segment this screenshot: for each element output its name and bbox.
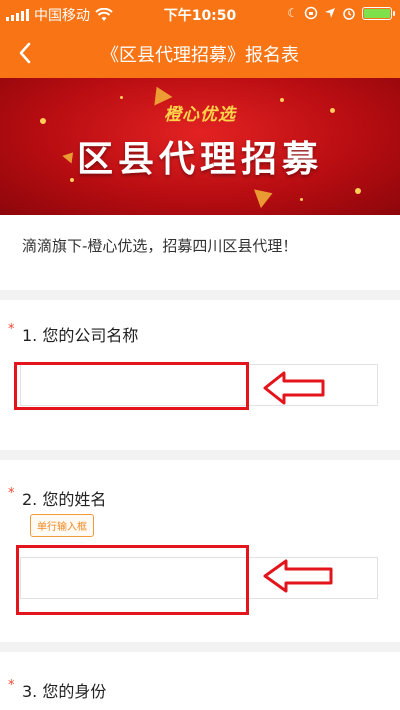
battery-icon <box>362 6 395 20</box>
alarm-icon <box>343 8 355 20</box>
question-identity: * 3. 您的身份 <box>0 652 400 710</box>
required-mark: * <box>8 678 15 693</box>
input-type-tag: 单行输入框 <box>30 514 94 537</box>
required-mark: * <box>8 486 15 501</box>
recruit-banner: 橙心优选 区县代理招募 <box>0 78 400 215</box>
banner-subtitle: 橙心优选 <box>164 105 236 125</box>
status-bar: 中国移动 下午10:50 ☾ <box>0 0 400 28</box>
nav-bar: 《区县代理招募》报名表 <box>0 28 400 78</box>
question-name: * 2. 您的姓名 单行输入框 <box>0 460 400 642</box>
moon-icon: ☾ <box>287 6 298 20</box>
arrow-left-icon <box>263 371 325 405</box>
lock-rotation-icon <box>304 6 318 20</box>
banner-title: 区县代理招募 <box>76 139 323 180</box>
question-label: 1. 您的公司名称 <box>22 326 139 345</box>
highlight-box <box>14 362 249 410</box>
battery-fill <box>364 8 390 18</box>
page-title: 《区县代理招募》报名表 <box>101 45 299 66</box>
arrow-left-icon <box>263 559 333 593</box>
required-mark: * <box>8 322 15 337</box>
intro-section: 滴滴旗下-橙心优选，招募四川区县代理！ <box>0 215 400 290</box>
intro-text: 滴滴旗下-橙心优选，招募四川区县代理！ <box>22 237 298 255</box>
highlight-box <box>16 545 249 615</box>
question-company-name: * 1. 您的公司名称 <box>0 300 400 450</box>
question-label: 2. 您的姓名 <box>22 490 107 509</box>
status-right: ☾ <box>287 6 395 20</box>
question-label: 3. 您的身份 <box>22 682 107 701</box>
location-icon <box>325 8 335 18</box>
